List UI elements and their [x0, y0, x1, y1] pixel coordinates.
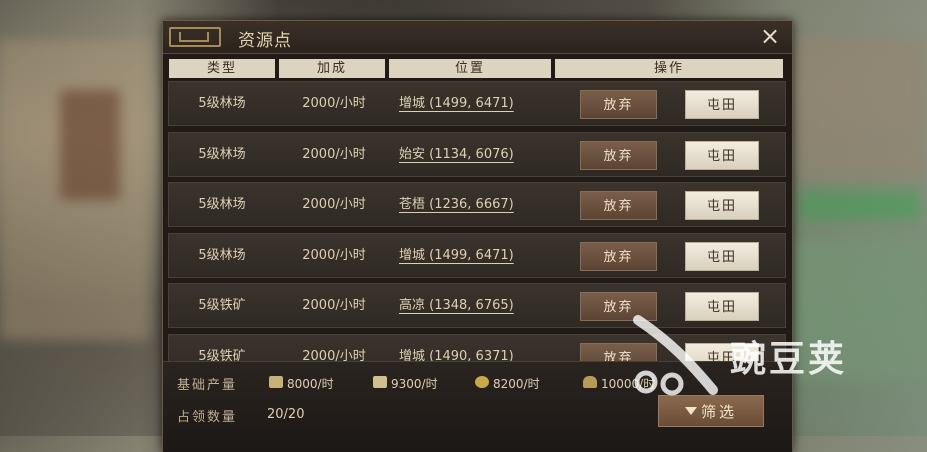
row-type: 5级林场	[198, 197, 246, 212]
resource-list[interactable]: 5级林场 2000/小时 增城 (1499, 6471) 放弃 屯田 5级林场 …	[168, 81, 786, 381]
farm-button[interactable]: 屯田	[685, 90, 759, 119]
header-location: 位置	[389, 59, 551, 78]
grain-output: 10000/时	[601, 377, 656, 391]
farm-button[interactable]: 屯田	[685, 141, 759, 170]
filter-icon	[684, 406, 697, 415]
row-yield: 2000/小时	[302, 197, 366, 212]
header-actions: 操作	[555, 59, 783, 78]
abandon-button[interactable]: 放弃	[580, 90, 657, 119]
header-type: 类型	[169, 59, 275, 78]
farm-button[interactable]: 屯田	[685, 292, 759, 321]
row-yield: 2000/小时	[302, 298, 366, 313]
table-row: 5级林场 2000/小时 增城 (1499, 6471) 放弃 屯田	[168, 81, 786, 126]
occupied-label: 占领数量	[177, 410, 238, 425]
farm-button[interactable]: 屯田	[685, 191, 759, 220]
iron-icon	[373, 376, 387, 388]
row-location-link[interactable]: 增城 (1499, 6471)	[399, 234, 535, 277]
title-ornament-icon	[169, 27, 221, 47]
filter-button[interactable]: 筛选	[658, 395, 764, 427]
table-row: 5级林场 2000/小时 苍梧 (1236, 6667) 放弃 屯田	[168, 182, 786, 227]
dialog-title: 资源点	[238, 31, 292, 51]
table-row: 5级铁矿 2000/小时 高凉 (1348, 6765) 放弃 屯田	[168, 283, 786, 328]
close-button[interactable]: ×	[758, 24, 782, 48]
dialog-titlebar: 资源点 ×	[163, 21, 792, 54]
abandon-button[interactable]: 放弃	[580, 242, 657, 271]
abandon-button[interactable]: 放弃	[580, 292, 657, 321]
table-row: 5级林场 2000/小时 始安 (1134, 6076) 放弃 屯田	[168, 132, 786, 177]
table-row: 5级林场 2000/小时 增城 (1499, 6471) 放弃 屯田	[168, 233, 786, 278]
stone-output: 8200/时	[493, 377, 540, 391]
grain-icon	[583, 376, 597, 388]
resource-points-dialog: 资源点 × 类型 加成 位置 操作 5级林场 2000/小时 增城 (1499,…	[162, 20, 793, 452]
row-type: 5级林场	[198, 96, 246, 111]
filter-label: 筛选	[700, 403, 737, 421]
row-location-link[interactable]: 始安 (1134, 6076)	[399, 133, 535, 176]
abandon-button[interactable]: 放弃	[580, 141, 657, 170]
header-yield: 加成	[279, 59, 385, 78]
row-location-link[interactable]: 增城 (1499, 6471)	[399, 82, 535, 125]
row-location-link[interactable]: 苍梧 (1236, 6667)	[399, 183, 535, 226]
row-location-link[interactable]: 高凉 (1348, 6765)	[399, 284, 535, 327]
row-type: 5级林场	[198, 147, 246, 162]
row-yield: 2000/小时	[302, 248, 366, 263]
occupied-count: 20/20	[267, 407, 305, 422]
base-output-label: 基础产量	[177, 378, 238, 393]
iron-output: 9300/时	[391, 377, 438, 391]
row-type: 5级铁矿	[198, 298, 246, 313]
stone-icon	[475, 376, 489, 388]
row-yield: 2000/小时	[302, 96, 366, 111]
wood-icon	[269, 376, 283, 388]
farm-button[interactable]: 屯田	[685, 242, 759, 271]
wood-output: 8000/时	[287, 377, 334, 391]
row-type: 5级林场	[198, 248, 246, 263]
abandon-button[interactable]: 放弃	[580, 191, 657, 220]
summary-footer: 基础产量 8000/时 9300/时 8200/时 10000/时 占领数量 2…	[163, 361, 792, 452]
row-yield: 2000/小时	[302, 147, 366, 162]
